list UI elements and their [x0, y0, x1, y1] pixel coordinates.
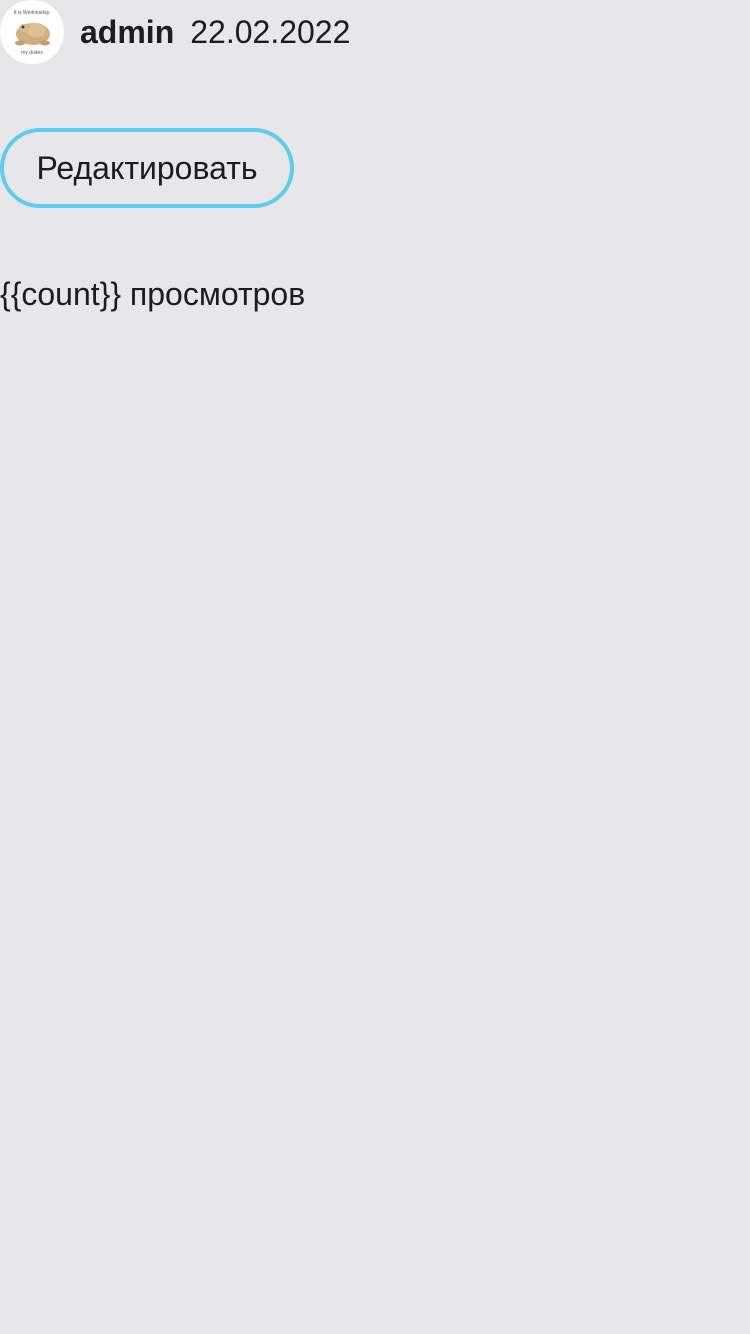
- author-name[interactable]: admin: [80, 16, 174, 48]
- avatar-caption-top: It is Wednesday,: [14, 10, 51, 16]
- avatar-caption-bottom: my dudes: [21, 50, 43, 56]
- post-header: It is Wednesday, my dudes admin 22.02.20…: [0, 0, 350, 64]
- view-count: {{count}} просмотров: [0, 276, 306, 312]
- edit-button[interactable]: Редактировать: [0, 128, 294, 208]
- avatar[interactable]: It is Wednesday, my dudes: [0, 0, 64, 64]
- frog-avatar-image: It is Wednesday, my dudes: [0, 0, 64, 64]
- post-date: 22.02.2022: [190, 14, 351, 50]
